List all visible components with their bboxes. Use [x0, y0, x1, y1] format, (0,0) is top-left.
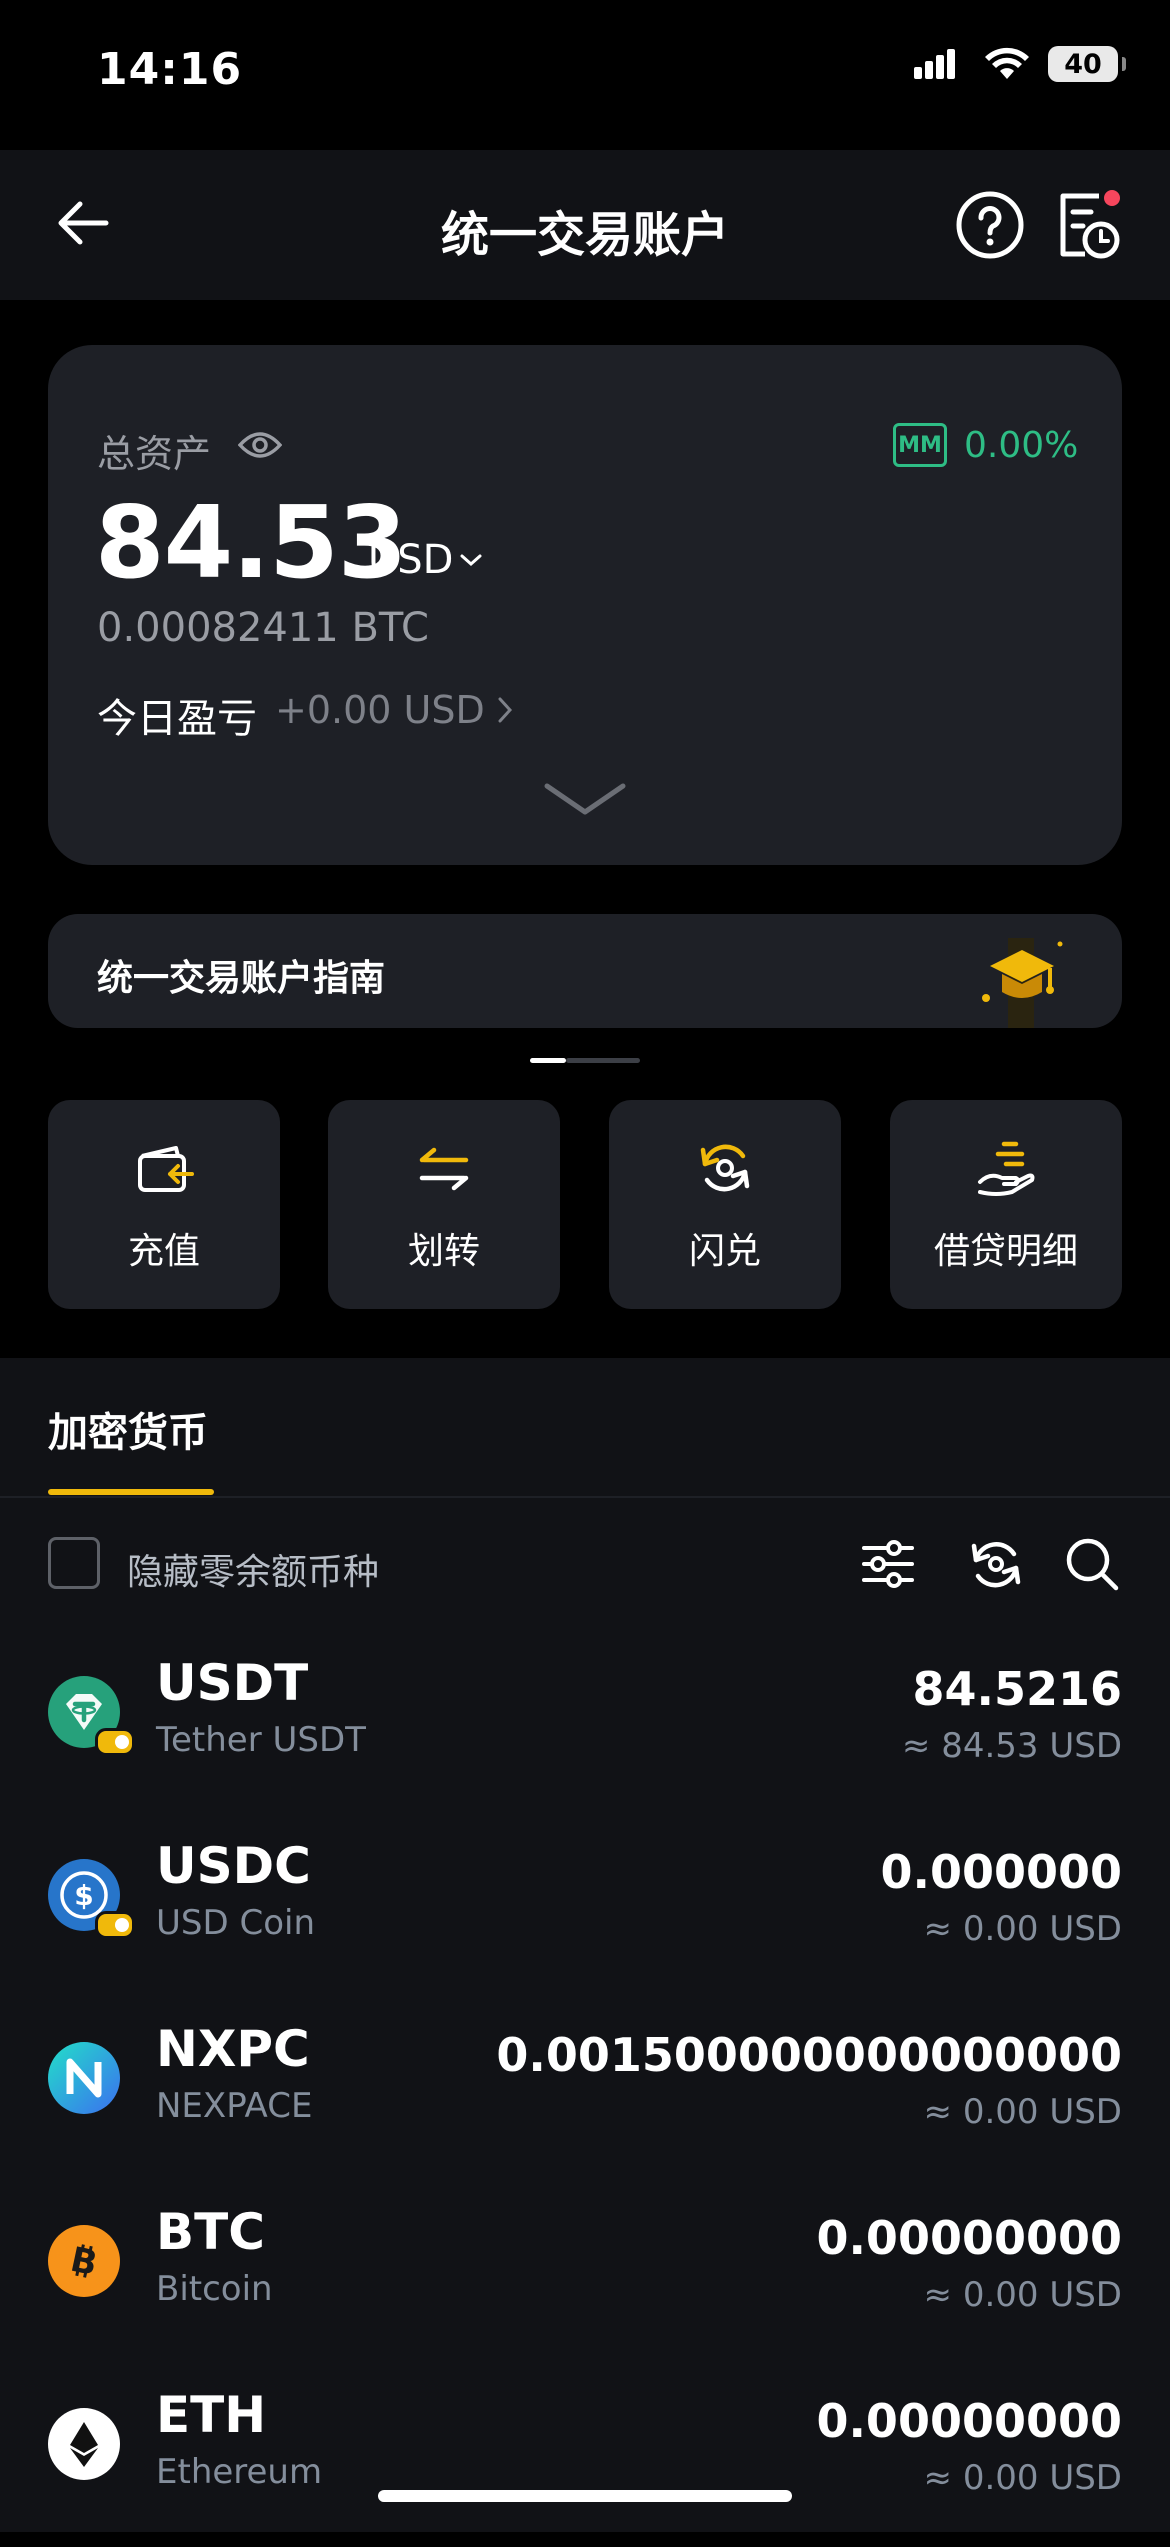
- pnl-value: +0.00 USD: [275, 688, 485, 732]
- eye-icon[interactable]: [238, 428, 282, 462]
- coin-usd-value: ≈ 84.53 USD: [901, 1726, 1122, 1766]
- btc-logo-icon: B: [48, 2225, 120, 2297]
- eth-logo-icon: [48, 2408, 120, 2480]
- convert-icon: [700, 1144, 750, 1192]
- currency-label: USD: [368, 537, 454, 583]
- coin-symbol: USDT: [156, 1654, 309, 1712]
- coin-row-usdt[interactable]: USDT Tether USDT 84.5216 ≈ 84.53 USD: [0, 1632, 1170, 1815]
- total-assets-label: 总资产: [97, 432, 212, 476]
- chevron-down-icon: [460, 554, 482, 567]
- search-icon[interactable]: [1064, 1536, 1120, 1592]
- margin-ratio-badge: MM: [893, 423, 947, 467]
- status-time: 14:16: [97, 44, 243, 95]
- coin-symbol: NXPC: [156, 2020, 310, 2078]
- coin-symbol: ETH: [156, 2386, 267, 2444]
- filter-sliders-icon[interactable]: [860, 1536, 916, 1592]
- wifi-icon: [985, 47, 1029, 79]
- guide-title: 统一交易账户指南: [97, 958, 386, 999]
- convert-label: 闪兑: [688, 1231, 761, 1272]
- transfer-button[interactable]: 划转: [328, 1100, 560, 1309]
- transfer-label: 划转: [407, 1231, 480, 1272]
- notification-dot: [1104, 190, 1120, 206]
- currency-selector[interactable]: USD: [368, 537, 483, 583]
- help-icon[interactable]: [955, 190, 1025, 260]
- coin-amount: 0.000000: [880, 1845, 1122, 1899]
- tab-crypto[interactable]: 加密货币: [48, 1400, 208, 1458]
- pnl-label: 今日盈亏: [97, 696, 257, 742]
- cellular-signal-icon: [914, 49, 955, 79]
- coin-name: Tether USDT: [156, 1720, 366, 1760]
- hide-zero-label: 隐藏零余额币种: [127, 1552, 380, 1593]
- deposit-button[interactable]: 充值: [48, 1100, 280, 1309]
- coin-symbol: USDC: [156, 1837, 311, 1895]
- coin-row-usdc[interactable]: $ USDC USD Coin 0.000000 ≈ 0.00 USD: [0, 1815, 1170, 1998]
- convert-button[interactable]: 闪兑: [609, 1100, 841, 1309]
- graduation-cap-icon: [982, 938, 1063, 1028]
- coin-name: Ethereum: [156, 2452, 323, 2492]
- coin-usd-value: ≈ 0.00 USD: [923, 2458, 1122, 2498]
- battery-indicator: 40: [1048, 46, 1126, 82]
- coin-amount: 0.001500000000000000: [496, 2028, 1122, 2082]
- coin-usd-value: ≈ 0.00 USD: [923, 1909, 1122, 1949]
- coin-amount: 84.5216: [912, 1662, 1122, 1716]
- total-balance-value: 84.53: [95, 484, 407, 601]
- pnl-link[interactable]: +0.00 USD: [275, 688, 513, 732]
- small-balance-convert-icon[interactable]: [968, 1536, 1024, 1592]
- btc-equivalent: 0.00082411 BTC: [97, 605, 429, 651]
- coin-amount: 0.00000000: [816, 2394, 1122, 2448]
- loan-details-label: 借贷明细: [933, 1231, 1078, 1272]
- deposit-icon: [138, 1146, 194, 1192]
- transfer-icon: [419, 1147, 469, 1191]
- earn-toggle-badge: [95, 1911, 135, 1939]
- earn-toggle-badge: [95, 1728, 135, 1756]
- coin-usd-value: ≈ 0.00 USD: [923, 2092, 1122, 2132]
- loan-icon: [978, 1141, 1035, 1196]
- coin-usd-value: ≈ 0.00 USD: [923, 2275, 1122, 2315]
- coin-amount: 0.00000000: [816, 2211, 1122, 2265]
- loan-details-button[interactable]: 借贷明细: [890, 1100, 1122, 1309]
- nxpc-logo-icon: [48, 2042, 120, 2114]
- coin-name: NEXPACE: [156, 2086, 313, 2126]
- hide-zero-checkbox[interactable]: [48, 1537, 100, 1589]
- coin-symbol: BTC: [156, 2203, 265, 2261]
- carousel-indicator: [530, 1058, 640, 1063]
- coin-name: USD Coin: [156, 1903, 315, 1943]
- coin-row-eth[interactable]: ETH Ethereum 0.00000000 ≈ 0.00 USD: [0, 2364, 1170, 2547]
- deposit-label: 充值: [127, 1231, 200, 1272]
- chevron-right-icon: [498, 697, 512, 723]
- coin-row-btc[interactable]: B BTC Bitcoin 0.00000000 ≈ 0.00 USD: [0, 2181, 1170, 2364]
- svg-text:$: $: [74, 1879, 93, 1912]
- home-indicator[interactable]: [378, 2490, 792, 2502]
- tab-active-indicator: [48, 1489, 214, 1495]
- margin-ratio-value: 0.00%: [964, 425, 1079, 466]
- coin-name: Bitcoin: [156, 2269, 273, 2309]
- coin-row-nxpc[interactable]: NXPC NEXPACE 0.001500000000000000 ≈ 0.00…: [0, 1998, 1170, 2181]
- expand-chevron-icon[interactable]: [543, 780, 627, 820]
- status-icons: 40: [914, 46, 1126, 82]
- tab-divider: [0, 1496, 1170, 1498]
